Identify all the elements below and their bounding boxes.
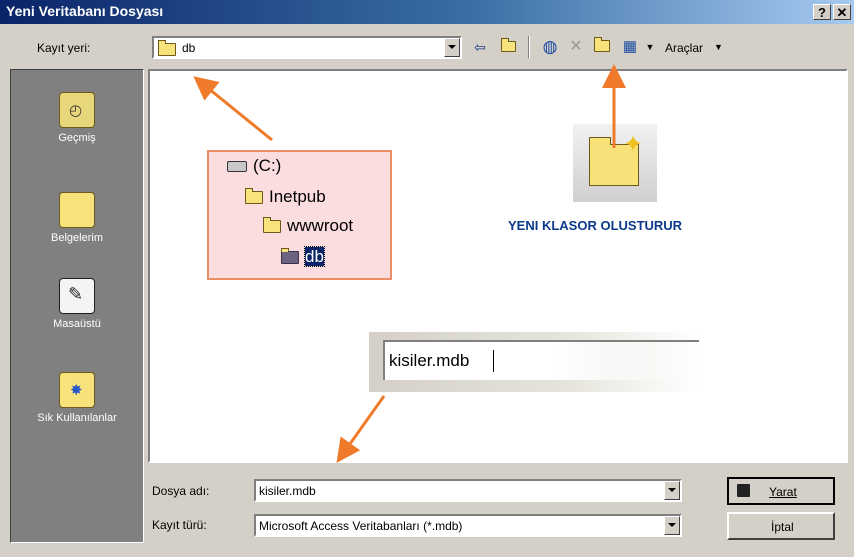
filetype-dropdown[interactable]: Microsoft Access Veritabanları (*.mdb) xyxy=(254,514,682,537)
arrow-to-location xyxy=(193,76,273,142)
create-button[interactable]: Yarat xyxy=(727,477,835,505)
filename-input[interactable]: kisiler.mdb xyxy=(254,479,682,502)
filename-label: Dosya adı: xyxy=(152,484,210,498)
save-icon xyxy=(737,484,750,497)
chevron-down-icon[interactable] xyxy=(664,481,680,500)
cancel-button[interactable]: İptal xyxy=(727,512,835,540)
filetype-label: Kayıt türü: xyxy=(152,518,207,532)
filetype-value: Microsoft Access Veritabanları (*.mdb) xyxy=(259,519,463,533)
arrow-to-filename xyxy=(336,395,386,463)
filename-value: kisiler.mdb xyxy=(259,484,316,498)
chevron-down-icon[interactable] xyxy=(664,516,680,535)
annotation-arrows xyxy=(193,64,626,463)
